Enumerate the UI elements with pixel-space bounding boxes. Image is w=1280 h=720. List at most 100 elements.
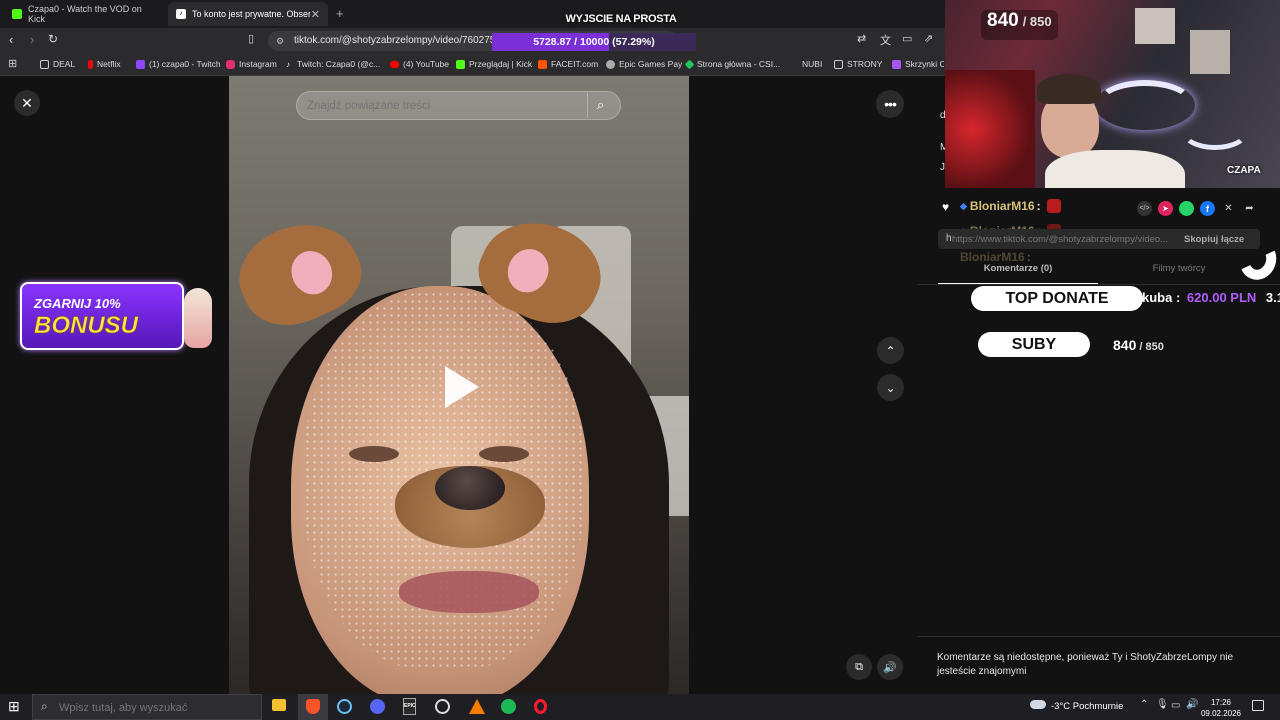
mouth [399,571,539,613]
faceit-icon [538,59,547,69]
cast-icon[interactable]: ▭ [902,32,912,45]
bookmark-faceit[interactable]: FACEIT.com [538,56,598,72]
promo-line2: BONUSU [34,312,139,340]
heart-icon[interactable]: ♥ [942,200,949,214]
network-icon[interactable]: ▭ [1171,700,1180,711]
send-icon[interactable]: ➤ [1158,201,1173,216]
video-player[interactable]: ⌕ [229,76,689,694]
chevron-down-icon: ⌄ [885,380,896,395]
search-icon[interactable]: ⌕ [597,97,604,113]
volume-button[interactable]: 🔊 [877,654,903,680]
app-icon-orange[interactable] [469,699,485,714]
tab-creator-videos[interactable]: Filmy twórcy [1098,263,1260,274]
volume-icon: 🔊 [883,661,897,674]
tab-kick[interactable]: Czapa0 - Watch the VOD on Kick [4,2,164,26]
back-icon[interactable]: ‹ [9,32,13,47]
site-info-icon[interactable]: ⚙ [276,31,284,51]
forward-share-icon[interactable]: ➦ [1242,201,1257,216]
bookmark-nubi[interactable]: NUBI [802,56,822,72]
top-donate-extra: 3.1 [1265,290,1280,305]
new-tab-icon[interactable]: + [336,6,344,21]
close-video-button[interactable]: ✕ [14,90,40,116]
next-video-button[interactable]: ⌄ [877,374,904,401]
speaker-icon[interactable]: 🔊 [1186,699,1198,710]
clock[interactable]: 17:26 09.02.2026 [1200,697,1242,719]
tab-title: To konto jest prywatne. Obserwu [192,9,310,19]
bookmark-skrzynki[interactable]: Skrzynki CS [892,56,944,72]
bookmark-strony[interactable]: STRONY [834,56,882,72]
emote-icon [1046,199,1061,213]
embed-icon[interactable]: </> [1137,201,1152,216]
tab-comments[interactable]: Komentarze (0) [938,263,1098,274]
more-options-button[interactable]: ••• [876,90,904,118]
tray-expand-icon[interactable]: ⌃ [1140,699,1148,710]
sub-goal: / 850 [1022,14,1052,29]
chat-colon: : [1026,250,1031,264]
bookmark-twitch[interactable]: (1) czapa0 - Twitch [136,56,221,72]
epic-games-icon[interactable]: EPIC [403,698,416,715]
close-icon: ✕ [21,94,33,111]
reload-icon[interactable]: ↻ [48,32,58,46]
close-tab-icon[interactable]: ✕ [311,8,320,21]
crate-icon [892,59,901,69]
top-donate-line: kuba : 620.00 PLN 3.1 [1142,290,1280,305]
discord-icon[interactable] [370,699,385,714]
suby-counter: 840 / 850 [1113,337,1164,353]
bookmark-epic[interactable]: Epic Games Pay [606,56,682,72]
youtube-icon [390,60,399,68]
cam-label: CZAPA [1227,165,1261,176]
url-text: tiktok.com/@shotyzabrzelompy/video/76027… [294,35,501,46]
related-search-input[interactable] [307,97,577,115]
bookmark-kick[interactable]: Przeglądaj | Kick [456,56,532,72]
comments-disabled-message: Komentarze są niedostępne, ponieważ Ty i… [937,652,1234,677]
whatsapp-icon[interactable] [1179,201,1194,216]
suby-label: SUBY [978,332,1090,357]
spotify-icon[interactable] [501,699,516,714]
facebook-icon[interactable]: f [1200,201,1215,216]
copy-link-button[interactable]: Skopiuj łącze [1184,234,1244,245]
promo-banner[interactable]: ZGARNIJ 10% BONUSU [20,282,184,350]
translate-icon[interactable]: ⇄ [857,32,866,45]
opera-icon[interactable] [534,699,547,714]
wall-poster [1135,8,1175,44]
tab-tiktok[interactable]: ♪ To konto jest prywatne. Obserwu ✕ [168,2,328,26]
x-icon[interactable]: ✕ [1221,201,1236,216]
kick-icon [456,59,465,69]
language-icon[interactable]: 文 [880,32,891,48]
taskbar-search[interactable]: ⌕ [32,694,262,720]
taskbar-search-input[interactable] [59,700,254,715]
bookmark-csi[interactable]: Strona główna - CSI... [684,56,780,72]
pip-button[interactable]: ⧉ [846,654,872,680]
bookmark-tiktok[interactable]: ♪ Twitch: Czapa0 (@c... [286,56,380,72]
weather-text[interactable]: -3°C Pochmurnie [1051,701,1123,712]
neon-light [1180,110,1250,150]
file-explorer-icon[interactable] [272,699,286,711]
bookmark-deal[interactable]: DEAL [40,56,75,72]
notifications-icon[interactable] [1252,700,1264,711]
taskbar-active-app[interactable] [298,694,328,720]
chat-colon: : [1036,199,1041,213]
steam-icon[interactable] [337,699,352,714]
bookmark-netflix[interactable]: Netflix [88,56,121,72]
play-icon[interactable] [445,366,479,408]
windows-start-icon[interactable]: ⊞ [8,698,20,715]
dog-nose [435,466,505,510]
bookmark-icon[interactable]: ▯ [248,32,254,45]
date-text: 09.02.2026 [1200,709,1242,718]
bookmark-instagram[interactable]: Instagram [226,56,277,72]
top-donate-name: kuba : [1142,290,1181,305]
forward-icon[interactable]: › [30,32,34,47]
instagram-icon [226,59,235,69]
search-icon: ⌕ [41,699,48,713]
eye-left [349,446,399,462]
folder-icon [834,59,843,69]
share-icon[interactable]: ⇗ [924,32,933,45]
top-donate-amount: 620.00 PLN [1186,290,1257,305]
apps-grid-icon[interactable]: ⊞ [8,57,17,70]
previous-video-button[interactable]: ⌃ [877,337,904,364]
goal-title: WYJSCIE NA PROSTA [565,13,677,25]
bookmark-youtube[interactable]: (4) YouTube [390,56,449,72]
microphone-icon[interactable]: 🎙 [1156,699,1169,710]
related-search-bar[interactable]: ⌕ [296,91,621,120]
obs-icon[interactable] [435,699,450,714]
